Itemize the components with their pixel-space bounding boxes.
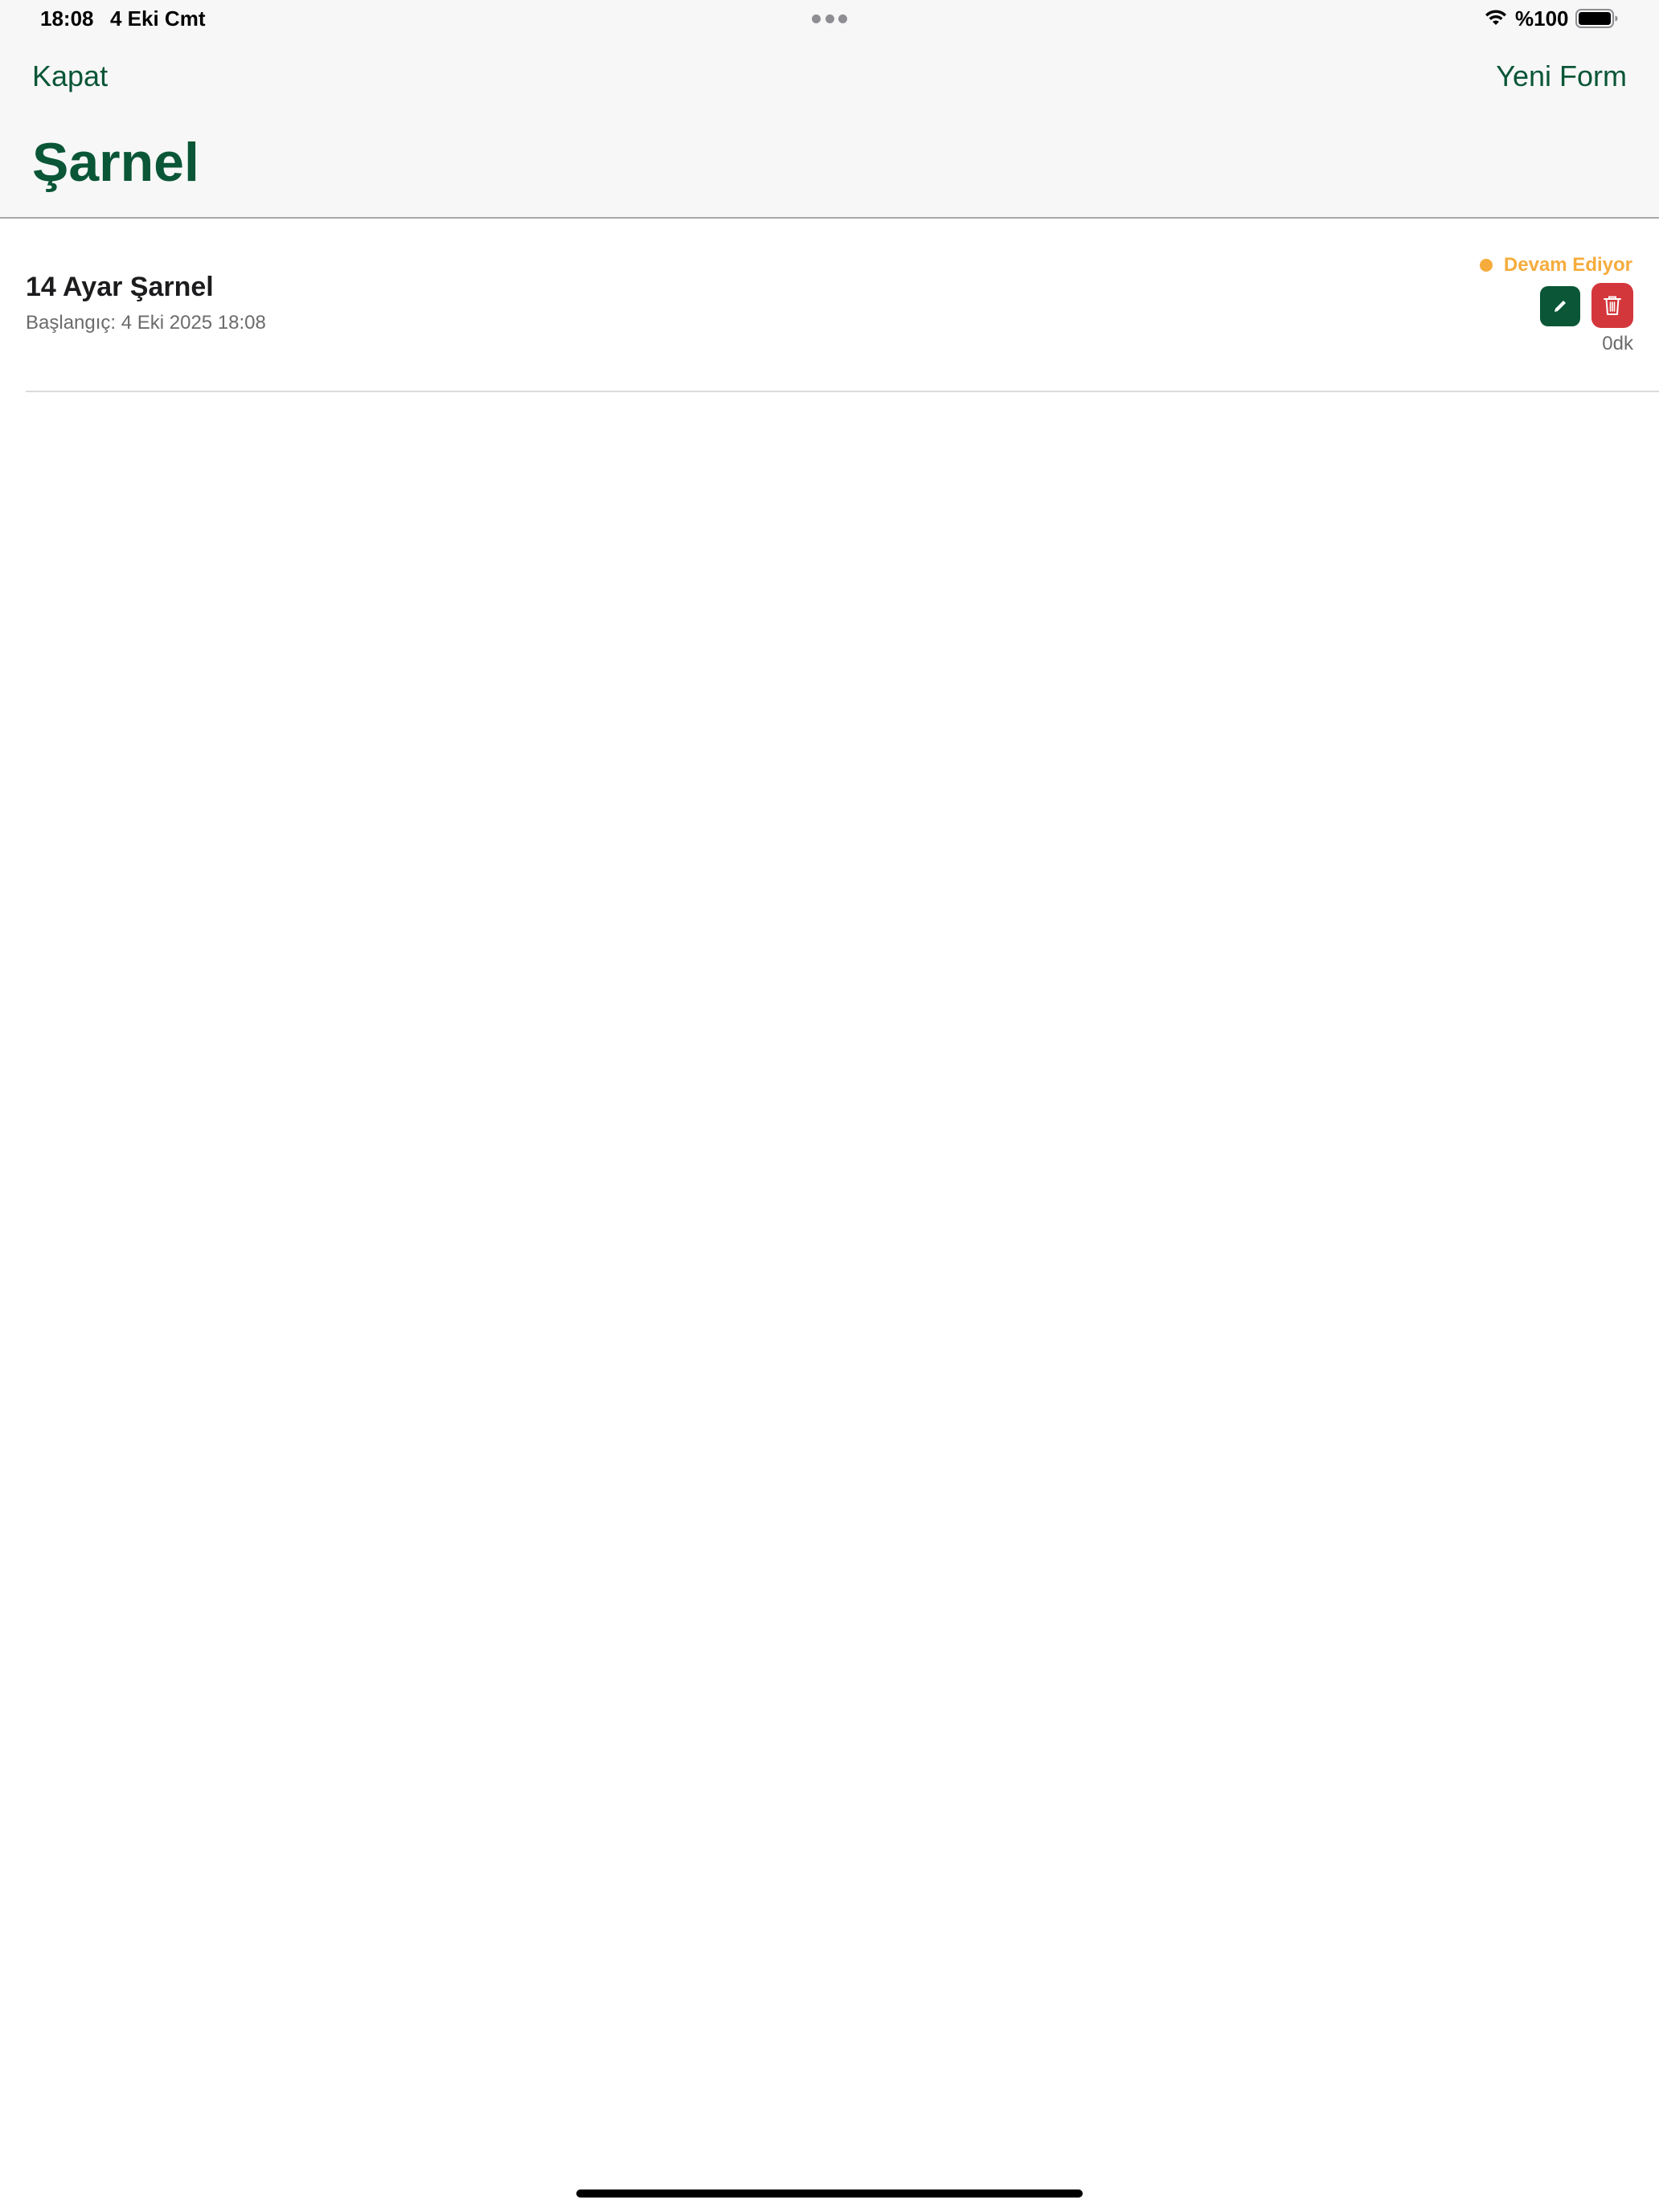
trash-icon (1604, 296, 1621, 315)
edit-button[interactable] (1540, 286, 1580, 326)
status-time: 18:08 (40, 6, 94, 31)
multitask-dots-icon[interactable] (812, 14, 847, 24)
page-title: Şarnel (32, 132, 199, 193)
status-bar: 18:08 4 Eki Cmt %100 (0, 0, 1659, 39)
status-dot-icon (1479, 259, 1493, 272)
wifi-icon (1485, 10, 1506, 25)
status-badge: Devam Ediyor (1479, 254, 1632, 276)
delete-button[interactable] (1591, 283, 1633, 328)
list-item-title: 14 Ayar Şarnel (26, 272, 214, 302)
app-screen: 18:08 4 Eki Cmt %100 Kapat Yeni Form Şar… (0, 0, 1659, 2212)
battery-percent: %100 (1515, 6, 1569, 31)
status-label: Devam Ediyor (1503, 254, 1632, 276)
duration-label: 0dk (1602, 333, 1633, 354)
pencil-icon (1555, 301, 1566, 312)
home-indicator[interactable] (576, 2189, 1083, 2198)
list-item[interactable]: 14 Ayar Şarnel Başlangıç: 4 Eki 2025 18:… (26, 219, 1659, 392)
navigation-header: 18:08 4 Eki Cmt %100 Kapat Yeni Form Şar… (0, 0, 1659, 219)
status-date: 4 Eki Cmt (110, 6, 206, 31)
new-form-button[interactable]: Yeni Form (1496, 59, 1627, 93)
close-button[interactable]: Kapat (32, 59, 108, 93)
battery-icon (1575, 9, 1618, 28)
list-item-start-date: Başlangıç: 4 Eki 2025 18:08 (26, 312, 266, 334)
